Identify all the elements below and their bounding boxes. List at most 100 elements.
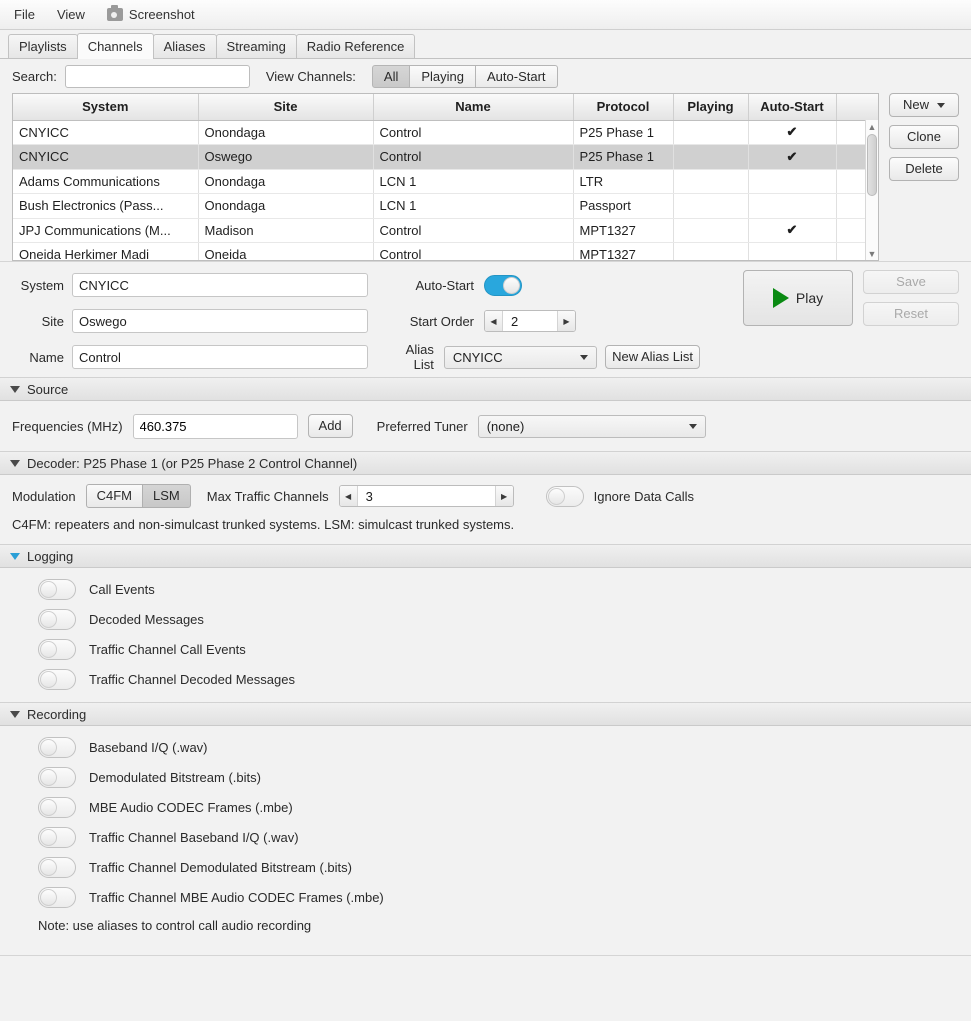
tab-channels[interactable]: Channels — [76, 33, 154, 59]
cell-auto-start — [748, 242, 837, 260]
table-row[interactable]: Oneida Herkimer Madi Oneida Control MPT1… — [13, 242, 878, 260]
logging-section-header[interactable]: Logging — [0, 544, 971, 568]
channels-table: System Site Name Protocol Playing Auto-S… — [13, 94, 878, 260]
stepper-increment-icon[interactable]: ▶ — [494, 486, 513, 506]
traffic-channel-mbe-audio-codec-frames-toggle[interactable] — [38, 886, 76, 908]
demodulated-bitstream-toggle[interactable] — [38, 766, 76, 788]
decoder-section-header[interactable]: Decoder: P25 Phase 1 (or P25 Phase 2 Con… — [0, 451, 971, 475]
system-input[interactable] — [72, 273, 368, 297]
cell-site: Onondaga — [198, 120, 374, 145]
logging-section-body: Call Events Decoded Messages Traffic Cha… — [0, 568, 971, 702]
col-name[interactable]: Name — [373, 94, 574, 121]
toggle-knob — [40, 828, 57, 846]
traffic-channel-decoded-messages-toggle[interactable] — [38, 668, 76, 690]
application-window: File View Screenshot Playlists Channels … — [0, 0, 971, 1021]
source-section-header[interactable]: Source — [0, 377, 971, 401]
cell-playing — [673, 218, 749, 243]
traffic-channel-call-events-toggle[interactable] — [38, 638, 76, 660]
form-left-column: System Site Name — [12, 270, 380, 377]
col-playing[interactable]: Playing — [673, 94, 749, 121]
tab-playlists[interactable]: Playlists — [8, 34, 78, 58]
site-input[interactable] — [72, 309, 368, 333]
scroll-down-icon[interactable]: ▼ — [866, 247, 878, 260]
table-row[interactable]: JPJ Communications (M... Madison Control… — [13, 218, 878, 243]
stepper-decrement-icon[interactable]: ◀ — [485, 311, 503, 331]
col-protocol[interactable]: Protocol — [573, 94, 674, 121]
table-scrollbar[interactable]: ▲ ▼ — [865, 120, 878, 260]
source-section-title: Source — [27, 381, 69, 397]
new-alias-list-button[interactable]: New Alias List — [605, 345, 700, 369]
cell-protocol: P25 Phase 1 — [573, 120, 674, 145]
ignore-data-calls-label: Ignore Data Calls — [593, 488, 695, 504]
stepper-increment-icon[interactable]: ▶ — [557, 311, 575, 331]
search-label: Search: — [12, 68, 57, 84]
table-row[interactable]: CNYICC Oswego Control P25 Phase 1 ✔ — [13, 144, 878, 170]
cell-site: Oswego — [198, 144, 374, 170]
logging-toggle-row: Decoded Messages — [12, 604, 959, 634]
logging-section-title: Logging — [27, 548, 74, 564]
alias-list-dropdown[interactable]: CNYICC — [443, 345, 598, 369]
traffic-channel-demodulated-bitstream-toggle[interactable] — [38, 856, 76, 878]
cell-protocol: P25 Phase 1 — [573, 144, 674, 170]
cell-system: CNYICC — [13, 144, 199, 170]
save-reset-stack: Save Reset — [863, 270, 959, 326]
stepper-decrement-icon[interactable]: ◀ — [339, 486, 358, 506]
col-auto-start[interactable]: Auto-Start — [748, 94, 837, 121]
filter-all[interactable]: All — [371, 64, 411, 88]
form-middle-column: Auto-Start Start Order ◀ 2 ▶ Alias List … — [380, 270, 700, 377]
baseband-iq-toggle[interactable] — [38, 736, 76, 758]
scrollbar-thumb[interactable] — [867, 134, 877, 196]
search-input[interactable] — [64, 64, 250, 88]
tab-bar: Playlists Channels Aliases Streaming Rad… — [0, 30, 971, 59]
chevron-down-icon — [937, 102, 945, 108]
max-traffic-channels-value: 3 — [365, 488, 373, 504]
scroll-up-icon[interactable]: ▲ — [866, 120, 878, 133]
save-button[interactable]: Save — [863, 270, 959, 294]
menu-screenshot[interactable]: Screenshot — [106, 5, 195, 22]
table-row[interactable]: Adams Communications Onondaga LCN 1 LTR — [13, 169, 878, 194]
toggle-knob — [40, 888, 57, 906]
mbe-audio-codec-frames-label: MBE Audio CODEC Frames (.mbe) — [89, 799, 293, 815]
decoded-messages-toggle[interactable] — [38, 608, 76, 630]
recording-section-header[interactable]: Recording — [0, 702, 971, 726]
mbe-audio-codec-frames-toggle[interactable] — [38, 796, 76, 818]
decoder-section-title: Decoder: P25 Phase 1 (or P25 Phase 2 Con… — [27, 455, 358, 471]
toggle-knob — [40, 858, 57, 876]
clone-button[interactable]: Clone — [889, 125, 959, 149]
frequencies-input[interactable] — [132, 413, 298, 439]
tab-aliases[interactable]: Aliases — [152, 34, 217, 58]
max-traffic-channels-stepper[interactable]: ◀ 3 ▶ — [338, 485, 514, 507]
new-button[interactable]: New — [889, 93, 959, 117]
view-channels-label: View Channels: — [265, 68, 356, 84]
channel-detail-form: System Site Name Auto-Start Start Order — [0, 261, 971, 377]
start-order-stepper[interactable]: ◀ 2 ▶ — [484, 310, 576, 332]
name-input[interactable] — [72, 345, 368, 369]
ignore-data-calls-toggle[interactable] — [545, 485, 584, 507]
table-row[interactable]: CNYICC Onondaga Control P25 Phase 1 ✔ — [13, 120, 878, 145]
modulation-c4fm-button[interactable]: C4FM — [85, 484, 143, 508]
cell-auto-start: ✔ — [748, 144, 837, 170]
preferred-tuner-dropdown[interactable]: (none) — [477, 414, 706, 438]
filter-playing[interactable]: Playing — [409, 64, 476, 88]
menu-file[interactable]: File — [14, 7, 35, 22]
table-row[interactable]: Bush Electronics (Pass... Onondaga LCN 1… — [13, 193, 878, 219]
call-events-toggle[interactable] — [38, 578, 76, 600]
tab-radio-reference[interactable]: Radio Reference — [295, 34, 416, 58]
table-header-row: System Site Name Protocol Playing Auto-S… — [13, 94, 878, 121]
play-button[interactable]: Play — [743, 270, 853, 326]
modulation-lsm-button[interactable]: LSM — [142, 484, 191, 508]
add-frequency-button[interactable]: Add — [307, 414, 353, 438]
cell-playing — [673, 169, 749, 194]
col-site[interactable]: Site — [198, 94, 374, 121]
filter-auto-start[interactable]: Auto-Start — [475, 64, 558, 88]
reset-button[interactable]: Reset — [863, 302, 959, 326]
tab-streaming[interactable]: Streaming — [215, 34, 297, 58]
delete-button[interactable]: Delete — [889, 157, 959, 181]
traffic-channel-baseband-iq-toggle[interactable] — [38, 826, 76, 848]
menu-view[interactable]: View — [57, 7, 85, 22]
toggle-knob — [40, 798, 57, 816]
col-system[interactable]: System — [13, 94, 199, 121]
recording-toggle-row: Traffic Channel Demodulated Bitstream (.… — [12, 852, 959, 882]
col-extra[interactable] — [836, 94, 878, 121]
auto-start-toggle[interactable] — [484, 274, 522, 296]
